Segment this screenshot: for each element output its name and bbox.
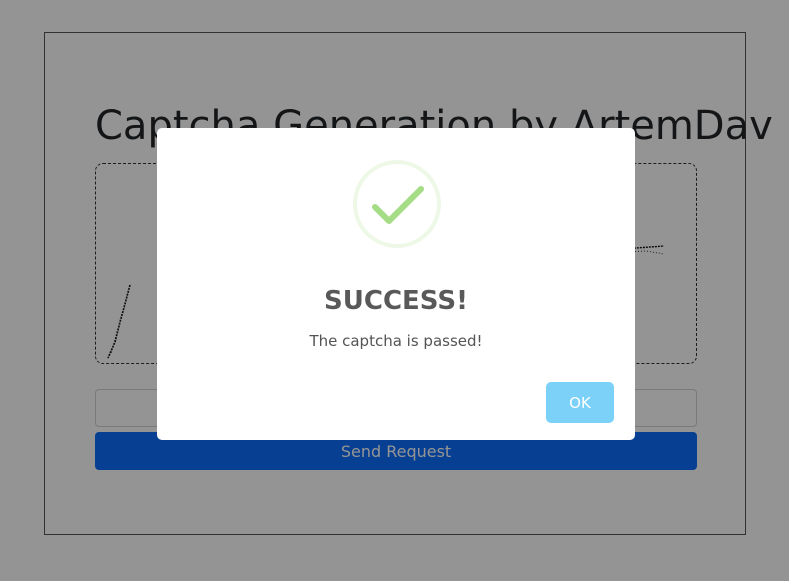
ok-button[interactable]: OK (546, 382, 614, 423)
modal-message: The captcha is passed! (309, 332, 483, 350)
modal-title: SUCCESS! (324, 286, 468, 316)
success-check-icon (353, 160, 441, 248)
success-modal: SUCCESS! The captcha is passed! OK (157, 128, 635, 440)
